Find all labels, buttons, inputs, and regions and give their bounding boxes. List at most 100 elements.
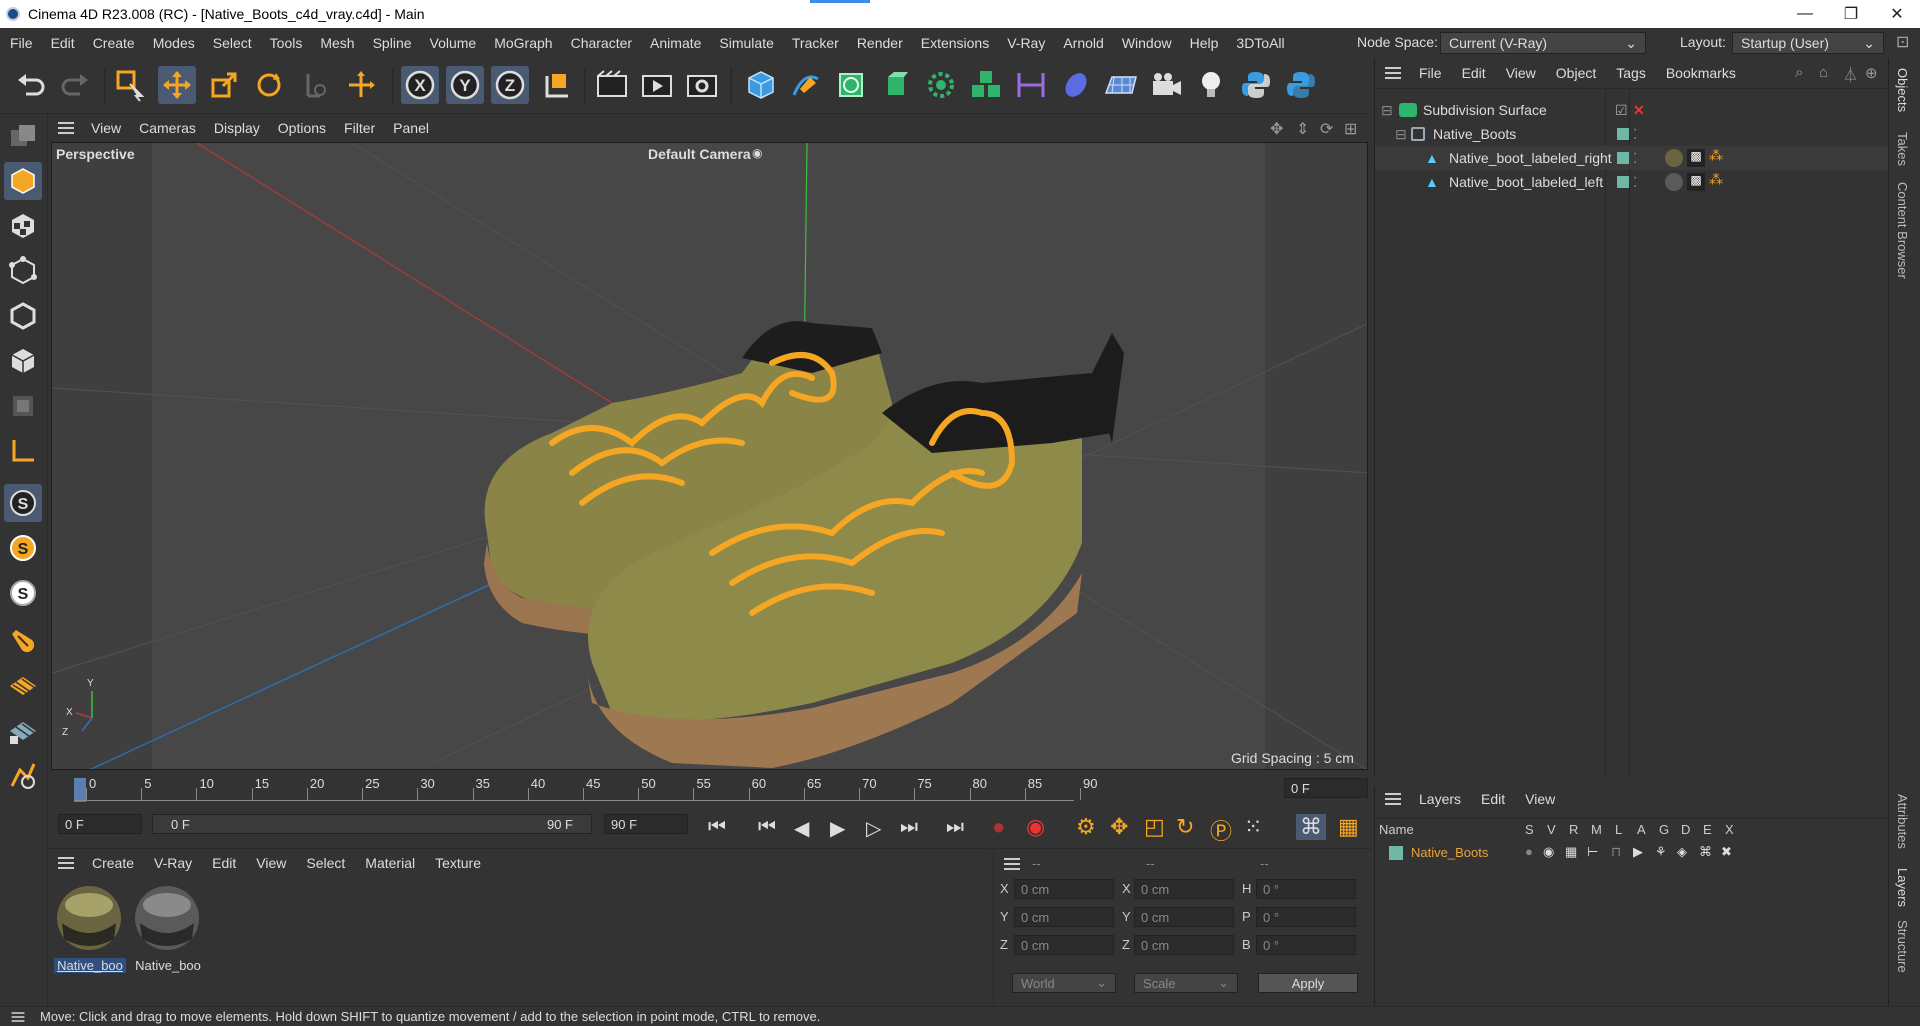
camera-label[interactable]: Default Camera	[648, 146, 751, 162]
coord-value-field[interactable]: 0 cm	[1134, 879, 1234, 899]
tree-expand-icon[interactable]: ⊟	[1395, 126, 1407, 143]
object-row-boot-left[interactable]: ▲ Native_boot_labeled_left ⁚ ▩ ⁂	[1375, 170, 1889, 194]
keyframe-selection-icon[interactable]: ⚙	[1076, 814, 1096, 840]
menu-vray[interactable]: V-Ray	[998, 35, 1054, 51]
tab-attributes[interactable]: Attributes	[1895, 794, 1910, 849]
coord-value-field[interactable]: 0 cm	[1134, 907, 1234, 927]
home-icon[interactable]: ⌂	[1819, 64, 1828, 81]
material-tag-icon[interactable]	[1665, 173, 1683, 191]
layer-manager-icon[interactable]: ⊢	[1587, 844, 1598, 860]
menu-render[interactable]: Render	[848, 35, 912, 51]
coord-value-field[interactable]: 0 cm	[1014, 879, 1114, 899]
uvw-tag-icon[interactable]: ▩	[1687, 149, 1705, 167]
status-menu-icon[interactable]	[11, 1011, 25, 1022]
obj-menu-view[interactable]: View	[1496, 65, 1546, 81]
light-object-icon[interactable]	[1192, 66, 1230, 104]
previous-frame-icon[interactable]: ◀	[794, 816, 809, 841]
mat-menu-vray[interactable]: V-Ray	[144, 855, 202, 871]
viewport-maximize-icon[interactable]: ⊞	[1344, 119, 1357, 139]
maximize-button[interactable]: ❐	[1828, 0, 1874, 28]
go-to-end-icon[interactable]: ⏭	[946, 816, 964, 839]
snap-toggle-icon[interactable]: S	[4, 484, 42, 522]
viewport-menu-cameras[interactable]: Cameras	[130, 120, 205, 136]
coord-value-field[interactable]: 0 °	[1256, 907, 1356, 927]
y-axis-lock-button[interactable]: Y	[446, 66, 484, 104]
redo-button[interactable]	[56, 66, 94, 104]
menu-tracker[interactable]: Tracker	[783, 35, 848, 51]
uv-mode-icon[interactable]	[4, 387, 42, 425]
menu-edit[interactable]: Edit	[42, 35, 84, 51]
close-button[interactable]: ✕	[1874, 0, 1920, 28]
menu-simulate[interactable]: Simulate	[710, 35, 782, 51]
key-scale-icon[interactable]: ◰	[1144, 814, 1165, 840]
tab-content-browser[interactable]: Content Browser	[1895, 182, 1910, 279]
layer-generator-icon[interactable]: ⚘	[1655, 844, 1667, 860]
menu-file[interactable]: File	[0, 35, 42, 51]
pen-spline-icon[interactable]	[787, 66, 825, 104]
edge-mode-icon[interactable]	[4, 297, 42, 335]
workplane-icon[interactable]	[4, 667, 42, 705]
viewport-menu-view[interactable]: View	[82, 120, 130, 136]
solo-hierarchy-icon[interactable]: S	[4, 574, 42, 612]
new-window-icon[interactable]: ⊕	[1865, 64, 1878, 82]
layer-eye-icon[interactable]: ◉	[1543, 844, 1554, 860]
field-object-icon[interactable]	[1057, 66, 1095, 104]
render-settings-icon[interactable]	[683, 66, 721, 104]
obj-menu-file[interactable]: File	[1409, 65, 1452, 81]
render-to-picture-viewer-icon[interactable]	[638, 66, 676, 104]
layout-lock-icon[interactable]: ⊡	[1896, 32, 1909, 52]
mograph-cubes-icon[interactable]	[967, 66, 1005, 104]
magnet-tool-icon[interactable]	[4, 622, 42, 660]
layer-menu-view[interactable]: View	[1515, 791, 1565, 807]
move-tool-icon[interactable]	[158, 66, 196, 104]
render-view-icon[interactable]	[593, 66, 631, 104]
menu-modes[interactable]: Modes	[144, 35, 204, 51]
texture-mode-icon[interactable]	[4, 207, 42, 245]
next-frame-icon[interactable]: ▷	[866, 816, 881, 841]
cloner-icon[interactable]	[922, 66, 960, 104]
tree-expand-icon[interactable]: ⊟	[1381, 102, 1393, 119]
menu-create[interactable]: Create	[84, 35, 144, 51]
viewport-menu-icon[interactable]	[58, 122, 74, 134]
viewport-menu-display[interactable]: Display	[205, 120, 269, 136]
vray-tag-icon[interactable]: ⁂	[1709, 171, 1723, 188]
timeline-window-icon[interactable]: ▦	[1338, 814, 1359, 840]
menu-character[interactable]: Character	[562, 35, 641, 51]
menu-extensions[interactable]: Extensions	[912, 35, 998, 51]
mat-menu-select[interactable]: Select	[296, 855, 355, 871]
recent-tool-icon[interactable]	[296, 66, 334, 104]
layer-lock-icon[interactable]: ⊓	[1611, 844, 1621, 860]
locked-workplane-icon[interactable]	[4, 712, 42, 750]
object-row-subdivision[interactable]: ⊟ Subdivision Surface ☑ ✕	[1375, 98, 1889, 122]
go-to-start-icon[interactable]: ⏮	[708, 816, 726, 839]
mat-menu-texture[interactable]: Texture	[425, 855, 491, 871]
object-menu-icon[interactable]	[1385, 67, 1401, 79]
play-forward-icon[interactable]: ▶	[830, 816, 845, 841]
extrude-generator-icon[interactable]	[877, 66, 915, 104]
apply-button[interactable]: Apply	[1258, 973, 1358, 993]
layout-select[interactable]: Startup (User) ⌄	[1732, 32, 1884, 54]
material-menu-icon[interactable]	[58, 857, 74, 869]
coord-value-field[interactable]: 0 cm	[1014, 935, 1114, 955]
obj-menu-bookmarks[interactable]: Bookmarks	[1656, 65, 1746, 81]
undo-button[interactable]	[12, 66, 50, 104]
layer-xref-icon[interactable]: ✖	[1721, 844, 1732, 860]
key-rotation-icon[interactable]: ↻	[1176, 814, 1194, 840]
layer-color-swatch[interactable]	[1389, 846, 1403, 860]
scale-tool-icon[interactable]	[205, 66, 243, 104]
visibility-dots-icon[interactable]: ⁚	[1633, 150, 1637, 167]
layer-solo-icon[interactable]: ●	[1525, 844, 1533, 859]
viewport-rotate-icon[interactable]: ⟳	[1320, 119, 1333, 139]
viewport-menu-filter[interactable]: Filter	[335, 120, 384, 136]
search-icon[interactable]: ⌕	[1795, 64, 1803, 81]
coord-value-field[interactable]: 0 °	[1256, 935, 1356, 955]
coord-value-field[interactable]: 0 cm	[1014, 907, 1114, 927]
menu-select[interactable]: Select	[204, 35, 261, 51]
previous-key-icon[interactable]: ⏮	[758, 816, 776, 839]
layer-expression-icon[interactable]: ⌘	[1699, 844, 1712, 860]
record-keys-icon[interactable]: ●	[992, 814, 1005, 840]
point-mode-icon[interactable]	[4, 252, 42, 290]
layer-menu-layers[interactable]: Layers	[1409, 791, 1471, 807]
uvw-tag-icon[interactable]: ▩	[1687, 173, 1705, 191]
material-swatch[interactable]: Native_boo	[54, 883, 126, 975]
